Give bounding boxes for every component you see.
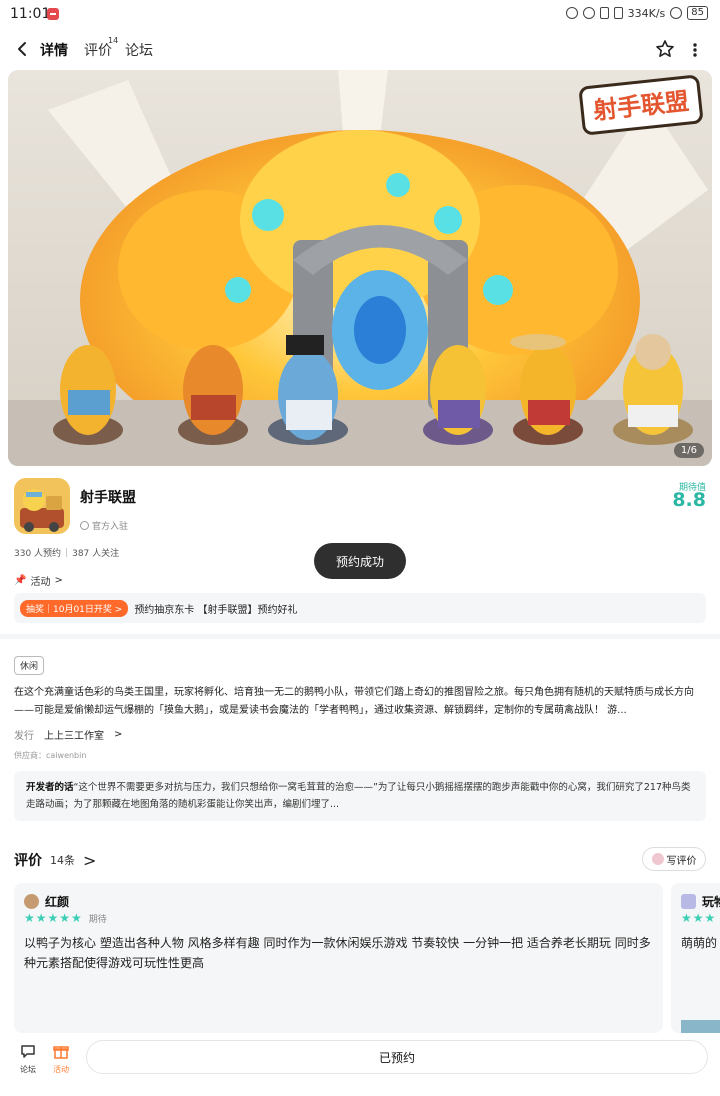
supplier-info: 供应商：caiwenbin (14, 751, 87, 760)
avatar-icon (651, 853, 664, 865)
banner-image: 射手联盟 (8, 70, 712, 466)
review-text: 以鸭子为核心 塑造出各种人物 风格多样有趣 同时作为一款休闲娱乐游戏 节奏较快 … (24, 936, 651, 970)
screenshot-banner[interactable]: 射手联盟 1/6 (8, 70, 712, 466)
reviewer-name: 玩物 (702, 895, 720, 909)
tab-review[interactable]: 评价 14 (84, 36, 118, 60)
developer-note-label: 开发者的话 (26, 782, 74, 793)
mute-icon (613, 7, 623, 19)
follower-count: 387 人关注 (72, 549, 120, 559)
bottom-bar: 论坛 活动 已预约 (0, 1034, 720, 1096)
tab-review-label: 评价 (84, 43, 112, 59)
publisher-row[interactable]: 发行 上上三工作室 > (14, 727, 122, 742)
status-bar: 11:01 334K/s 85 (0, 0, 720, 30)
verified-icon (80, 521, 89, 530)
stars-icon: ★★★★★ (24, 911, 83, 925)
forum-label: 论坛 (20, 1065, 36, 1074)
reviewer: 玩物 (681, 893, 720, 910)
reviewer: 红颜 (24, 893, 69, 910)
review-image (681, 1020, 720, 1033)
promo-text: 预约抽京东卡 【射手联盟】预约好礼 (134, 604, 298, 616)
review-text: 萌萌的 无厘头 (681, 936, 720, 950)
bottom-forum-button[interactable]: 论坛 (14, 1042, 42, 1075)
developer-note[interactable]: 开发者的话“这个世界不需要更多对抗与压力，我们只想给你一窝毛茸茸的治愈——”为了… (14, 771, 706, 821)
official-label: 官方入驻 (92, 522, 129, 532)
toast-message: 预约成功 (314, 543, 406, 579)
expect-score: 8.8 (672, 489, 706, 511)
back-arrow-icon[interactable] (14, 40, 32, 58)
app-stats: 330 人预约 | 387 人关注 (14, 546, 120, 560)
chevron-right-icon: > (83, 850, 97, 870)
top-nav: 详情 评价 14 论坛 (0, 32, 720, 68)
tab-forum[interactable]: 论坛 (125, 40, 153, 60)
app-icon (14, 478, 70, 534)
status-time: 11:01 (10, 6, 51, 22)
network-speed: 334K/s (627, 6, 666, 20)
avatar (24, 894, 39, 909)
banner-counter: 1/6 (673, 443, 704, 458)
eye-icon (582, 7, 595, 19)
activity-link[interactable]: 📌 活动 > (14, 573, 63, 588)
rating-note: 期待 (88, 915, 107, 925)
promo-banner[interactable]: 抽奖｜10月01日开奖 > 预约抽京东卡 【射手联盟】预约好礼 (14, 593, 706, 623)
activity-label: 活动 (53, 1065, 69, 1074)
stats-divider: | (65, 547, 69, 558)
publisher-label: 发行 (14, 731, 34, 742)
chevron-right-icon: > (54, 575, 63, 586)
official-badge: 官方入驻 (80, 519, 128, 532)
tab-review-count: 14 (108, 36, 119, 45)
review-card[interactable]: 红颜 ★★★★★ 期待 以鸭子为核心 塑造出各种人物 风格多样有趣 同时作为一款休… (14, 883, 663, 1033)
reviews-title: 评价 (14, 853, 42, 869)
gift-icon (53, 1046, 69, 1059)
section-divider (0, 634, 720, 639)
reviewer-name: 红颜 (45, 895, 70, 909)
lottery-badge: 抽奖｜10月01日开奖 > (20, 599, 129, 617)
developer-note-text: “这个世界不需要更多对抗与压力，我们只想给你一窝毛茸茸的治愈——”为了让每只小鹅… (26, 782, 691, 810)
chat-bubble-icon (21, 1045, 35, 1058)
more-options-icon[interactable] (688, 40, 702, 60)
bottom-activity-button[interactable]: 活动 (47, 1042, 75, 1075)
reservation-count: 330 人预约 (14, 549, 62, 559)
status-icons: 334K/s 85 (565, 6, 708, 20)
notification-icon (47, 8, 59, 20)
publisher-name: 上上三工作室 (44, 731, 104, 742)
review-card[interactable]: 玩物 ★★★ 萌萌的 无厘头 (671, 883, 720, 1033)
chevron-right-icon: > (114, 729, 123, 740)
battery-icon: 85 (687, 6, 708, 20)
bluetooth-icon (599, 7, 609, 19)
wifi-icon (670, 7, 683, 19)
avatar (681, 894, 696, 909)
nfc-icon (565, 7, 578, 19)
favorite-star-icon[interactable] (655, 39, 675, 59)
write-review-button[interactable]: 写评价 (642, 847, 706, 871)
reserved-button[interactable]: 已预约 (86, 1040, 708, 1074)
reviews-header[interactable]: 评价 14条 > (14, 850, 96, 870)
tab-detail[interactable]: 详情 (38, 40, 70, 60)
stars-icon: ★★★ (681, 911, 717, 925)
write-review-label: 写评价 (666, 855, 697, 867)
rating-stars: ★★★ (681, 911, 716, 925)
rating-stars: ★★★★★ 期待 (24, 911, 107, 925)
game-description[interactable]: 在这个充满童话色彩的鸟类王国里，玩家将孵化、培育独一无二的鹅鸭小队，带领它们踏上… (14, 684, 708, 720)
app-title: 射手联盟 (80, 490, 136, 506)
pin-icon: 📌 (14, 575, 27, 586)
activity-label: 活动 (30, 577, 51, 588)
genre-tag[interactable]: 休闲 (14, 656, 45, 675)
reviews-count: 14条 (50, 854, 75, 867)
